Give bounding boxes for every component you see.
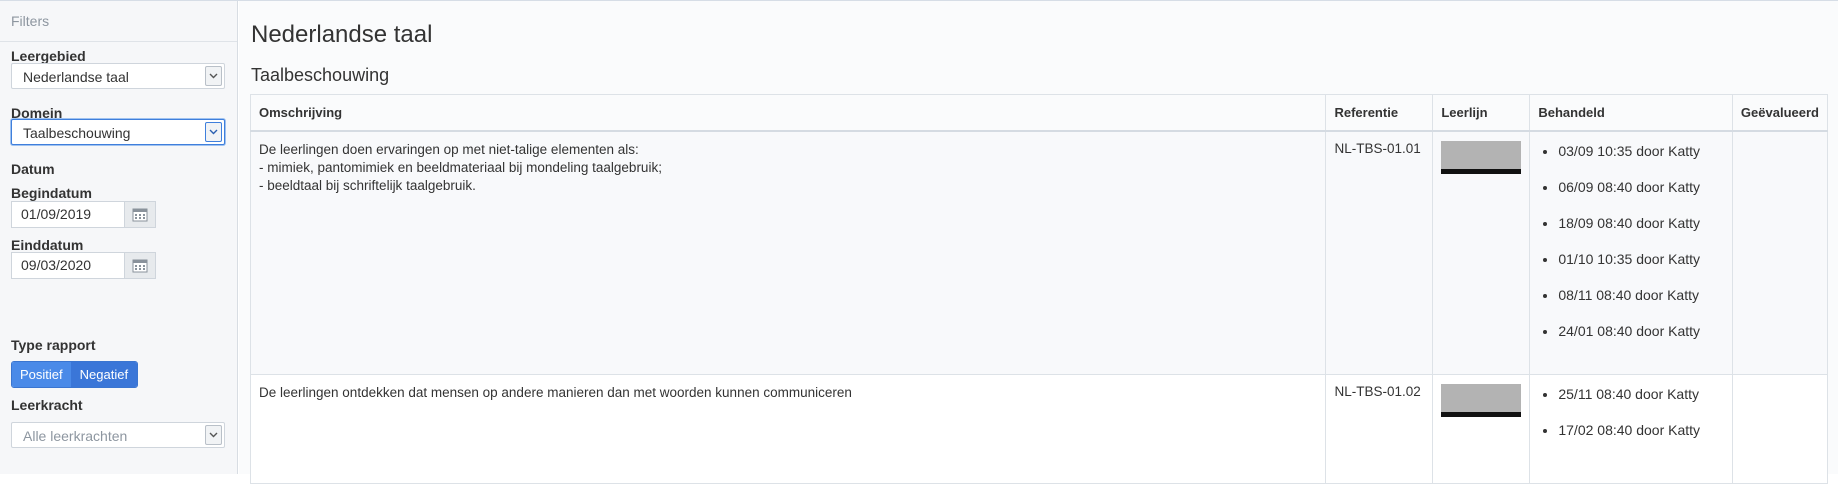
leerlijn-cell bbox=[1432, 130, 1531, 375]
begindatum-input[interactable]: 01/09/2019 bbox=[11, 201, 124, 228]
leergebied-value: Nederlandse taal bbox=[23, 69, 129, 85]
type-rapport-label: Type rapport bbox=[11, 337, 96, 353]
filters-header: Filters bbox=[0, 1, 237, 42]
behandeld-item: 18/09 08:40 door Katty bbox=[1558, 213, 1724, 233]
begindatum-label: Begindatum bbox=[11, 185, 92, 201]
chevron-down-icon[interactable] bbox=[205, 66, 222, 86]
leerkracht-placeholder: Alle leerkrachten bbox=[23, 428, 128, 444]
referentie-cell: NL-TBS-01.02 bbox=[1325, 374, 1434, 484]
domein-value: Taalbeschouwing bbox=[23, 125, 131, 141]
table-header-row: Omschrijving Referentie Leerlijn Behande… bbox=[249, 94, 1829, 132]
positief-button[interactable]: Positief bbox=[12, 362, 71, 387]
doelen-table: Omschrijving Referentie Leerlijn Behande… bbox=[249, 94, 1829, 484]
behandeld-item: 06/09 08:40 door Katty bbox=[1558, 177, 1724, 197]
einddatum-label: Einddatum bbox=[11, 237, 84, 253]
behandeld-item: 01/10 10:35 door Katty bbox=[1558, 249, 1724, 269]
column-header-geevalueerd[interactable]: Geëvalueerd bbox=[1731, 94, 1829, 132]
behandeld-list: 25/11 08:40 door Katty 17/02 08:40 door … bbox=[1538, 384, 1724, 440]
einddatum-field: 09/03/2020 bbox=[11, 252, 156, 279]
chevron-down-icon[interactable] bbox=[205, 122, 222, 142]
table-row[interactable]: De leerlingen doen ervaringen op met nie… bbox=[249, 130, 1829, 375]
datum-label: Datum bbox=[11, 161, 55, 177]
column-header-behandeld[interactable]: Behandeld bbox=[1529, 94, 1733, 132]
leergebied-select[interactable]: Nederlandse taal bbox=[11, 63, 225, 89]
description-line: - beeldtaal bij schriftelijk taalgebruik… bbox=[259, 178, 476, 193]
description-cell: De leerlingen ontdekken dat mensen op an… bbox=[249, 374, 1327, 484]
description-line: - mimiek, pantomimiek en beeldmateriaal … bbox=[259, 160, 662, 175]
description-line: De leerlingen ontdekken dat mensen op an… bbox=[259, 385, 852, 400]
calendar-icon[interactable] bbox=[124, 252, 156, 279]
geevalueerd-cell bbox=[1731, 374, 1829, 484]
table-row[interactable]: De leerlingen ontdekken dat mensen op an… bbox=[249, 374, 1829, 484]
referentie-cell: NL-TBS-01.01 bbox=[1325, 130, 1434, 375]
leerlijn-image[interactable] bbox=[1441, 384, 1522, 417]
negatief-button[interactable]: Negatief bbox=[70, 362, 138, 387]
behandeld-cell: 03/09 10:35 door Katty 06/09 08:40 door … bbox=[1529, 130, 1733, 375]
description-line: De leerlingen doen ervaringen op met nie… bbox=[259, 142, 639, 157]
column-header-leerlijn[interactable]: Leerlijn bbox=[1432, 94, 1531, 132]
column-header-referentie[interactable]: Referentie bbox=[1325, 94, 1434, 132]
begindatum-field: 01/09/2019 bbox=[11, 201, 156, 228]
geevalueerd-cell bbox=[1731, 130, 1829, 375]
main-content: Nederlandse taal Taalbeschouwing Omschri… bbox=[239, 1, 1838, 484]
leerkracht-label: Leerkracht bbox=[11, 397, 83, 413]
page-title: Nederlandse taal bbox=[251, 21, 433, 48]
section-title: Taalbeschouwing bbox=[251, 65, 390, 85]
leerlijn-cell bbox=[1432, 374, 1531, 484]
leerkracht-select[interactable]: Alle leerkrachten bbox=[11, 422, 225, 448]
domein-select[interactable]: Taalbeschouwing bbox=[11, 119, 225, 145]
behandeld-cell: 25/11 08:40 door Katty 17/02 08:40 door … bbox=[1529, 374, 1733, 484]
leerlijn-image[interactable] bbox=[1441, 141, 1522, 174]
leergebied-label: Leergebied bbox=[11, 48, 86, 64]
behandeld-item: 08/11 08:40 door Katty bbox=[1558, 285, 1724, 305]
column-header-omschrijving[interactable]: Omschrijving bbox=[249, 94, 1327, 132]
calendar-icon[interactable] bbox=[124, 201, 156, 228]
behandeld-item: 17/02 08:40 door Katty bbox=[1558, 420, 1724, 440]
behandeld-item: 03/09 10:35 door Katty bbox=[1558, 141, 1724, 161]
einddatum-input[interactable]: 09/03/2020 bbox=[11, 252, 124, 279]
filters-sidebar: Filters Leergebied Nederlandse taal Dome… bbox=[0, 1, 238, 474]
type-rapport-toggle: Positief Negatief bbox=[11, 361, 139, 388]
behandeld-item: 24/01 08:40 door Katty bbox=[1558, 321, 1724, 341]
chevron-down-icon[interactable] bbox=[205, 425, 222, 445]
description-cell: De leerlingen doen ervaringen op met nie… bbox=[249, 130, 1327, 375]
behandeld-item: 25/11 08:40 door Katty bbox=[1558, 384, 1724, 404]
behandeld-list: 03/09 10:35 door Katty 06/09 08:40 door … bbox=[1538, 141, 1724, 341]
